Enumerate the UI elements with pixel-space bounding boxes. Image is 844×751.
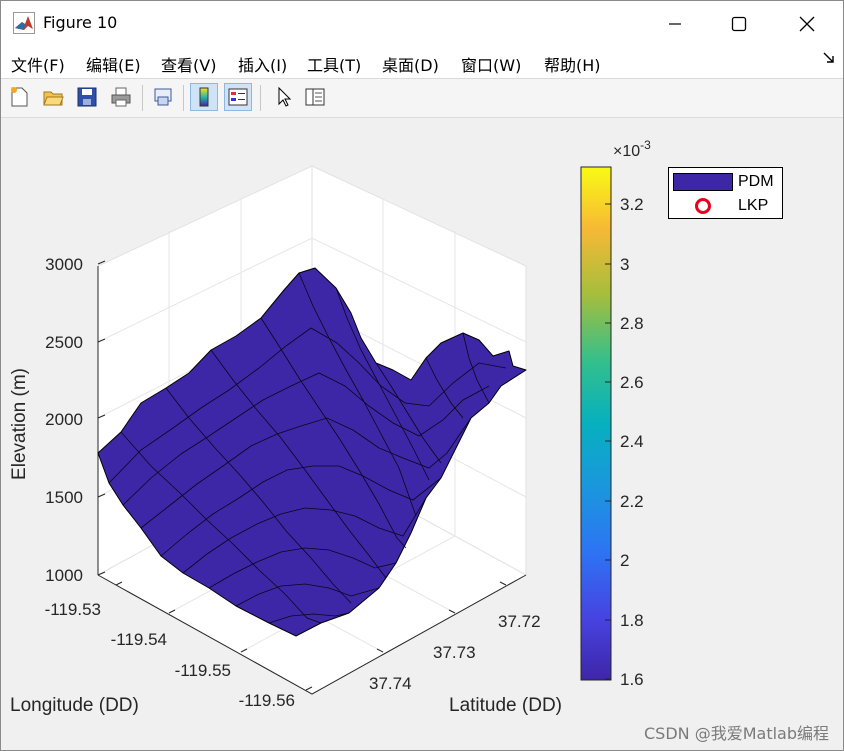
menu-help[interactable]: 帮助(H) — [544, 52, 601, 76]
watermark: CSDN @我爱Matlab编程 — [644, 724, 829, 743]
colorbar-tick-label: 1.6 — [620, 670, 644, 689]
menu-bar: 文件(F) 编辑(E) 查看(V) 插入(I) 工具(T) 桌面(D) 窗口(W… — [1, 46, 843, 79]
z-tick-label: 3000 — [45, 255, 83, 274]
insert-legend-button[interactable] — [224, 83, 252, 111]
menu-desktop[interactable]: 桌面(D) — [382, 52, 439, 76]
y-tick-label: 37.73 — [433, 643, 476, 662]
toolbar-separator — [260, 85, 261, 111]
print-icon — [111, 87, 131, 107]
colorbar-tick-labels: 3.2 3 2.8 2.6 2.4 2.2 2 1.8 1.6 — [620, 195, 644, 689]
circle-marker-icon — [673, 198, 733, 214]
pointer-button[interactable] — [269, 83, 297, 111]
minimize-icon — [669, 22, 681, 25]
colorbar-tick-label: 1.8 — [620, 611, 644, 630]
save-button[interactable] — [73, 83, 101, 111]
minimize-button[interactable] — [643, 1, 707, 46]
x-axis-label: Longitude (DD) — [10, 695, 139, 716]
print-button[interactable] — [107, 83, 135, 111]
legend-item-lkp: LKP — [673, 195, 768, 217]
matlab-icon — [13, 12, 35, 34]
colorbar-tick-label: 3 — [620, 255, 629, 274]
legend-label: LKP — [738, 197, 769, 214]
menu-window[interactable]: 窗口(W) — [461, 52, 521, 76]
colorbar[interactable]: 3.2 3 2.8 2.6 2.4 2.2 2 1.8 1.6 ×10-3 — [580, 138, 651, 689]
colorbar-tick-label: 2.4 — [620, 432, 644, 451]
toolbar — [1, 79, 843, 118]
x-tick-label: -119.56 — [239, 691, 295, 710]
toolbar-separator — [142, 85, 143, 111]
open-file-icon — [43, 91, 64, 106]
save-icon — [77, 87, 97, 107]
legend-label: PDM — [738, 173, 774, 190]
colorbar-multiplier: ×10-3 — [613, 138, 651, 160]
legend[interactable]: PDM LKP — [668, 167, 783, 219]
menu-tools[interactable]: 工具(T) — [307, 52, 361, 76]
y-axis-label: Latitude (DD) — [449, 695, 562, 716]
y-tick-label: 37.74 — [369, 674, 412, 693]
insert-colorbar-icon — [199, 87, 209, 107]
figure-canvas: 3000 2500 2000 1500 1000 -119.53 -119.54… — [1, 118, 843, 750]
dock-arrow-icon[interactable] — [823, 52, 835, 64]
menu-file[interactable]: 文件(F) — [11, 52, 65, 76]
legend-swatch-pdm — [673, 173, 733, 191]
colorbar-tick-label: 2.6 — [620, 373, 644, 392]
insert-colorbar-button[interactable] — [190, 83, 218, 111]
menu-edit[interactable]: 编辑(E) — [86, 52, 141, 76]
colorbar-tick-label: 3.2 — [620, 195, 644, 214]
x-tick-label: -119.53 — [45, 600, 101, 619]
maximize-button[interactable] — [707, 1, 771, 46]
x-tick-label: -119.54 — [111, 630, 167, 649]
property-inspector-icon — [305, 88, 325, 106]
new-figure-button[interactable] — [5, 83, 33, 111]
property-inspector-button[interactable] — [301, 83, 329, 111]
link-plot-button[interactable] — [149, 83, 177, 111]
x-tick-label: -119.55 — [175, 661, 231, 680]
colorbar-tick-label: 2.2 — [620, 492, 644, 511]
open-file-button[interactable] — [39, 83, 67, 111]
maximize-icon — [731, 16, 747, 31]
z-tick-label: 1500 — [45, 488, 83, 507]
toolbar-separator — [183, 85, 184, 111]
window-title: Figure 10 — [43, 13, 118, 32]
colorbar-tick-label: 2.8 — [620, 314, 644, 333]
menu-view[interactable]: 查看(V) — [161, 52, 216, 76]
new-figure-icon — [11, 87, 28, 107]
colorbar-tick-label: 2 — [620, 551, 629, 570]
colorbar-gradient — [580, 166, 612, 681]
close-button[interactable] — [775, 1, 839, 46]
y-tick-label: 37.72 — [498, 612, 541, 631]
z-tick-labels: 3000 2500 2000 1500 1000 — [45, 255, 83, 585]
z-axis-label: Elevation (m) — [9, 368, 30, 480]
pointer-icon — [278, 86, 292, 107]
legend-item-pdm: PDM — [673, 171, 774, 193]
insert-legend-icon — [228, 88, 248, 106]
z-tick-label: 2000 — [45, 410, 83, 429]
title-bar: Figure 10 — [1, 1, 843, 46]
z-tick-label: 1000 — [45, 566, 83, 585]
close-icon — [799, 16, 815, 31]
link-plot-icon — [154, 88, 172, 106]
figure-window: Figure 10 文件(F) 编辑(E) 查看(V) 插入(I) 工具(T) … — [0, 0, 844, 751]
z-tick-label: 2500 — [45, 333, 83, 352]
menu-insert[interactable]: 插入(I) — [238, 52, 287, 76]
